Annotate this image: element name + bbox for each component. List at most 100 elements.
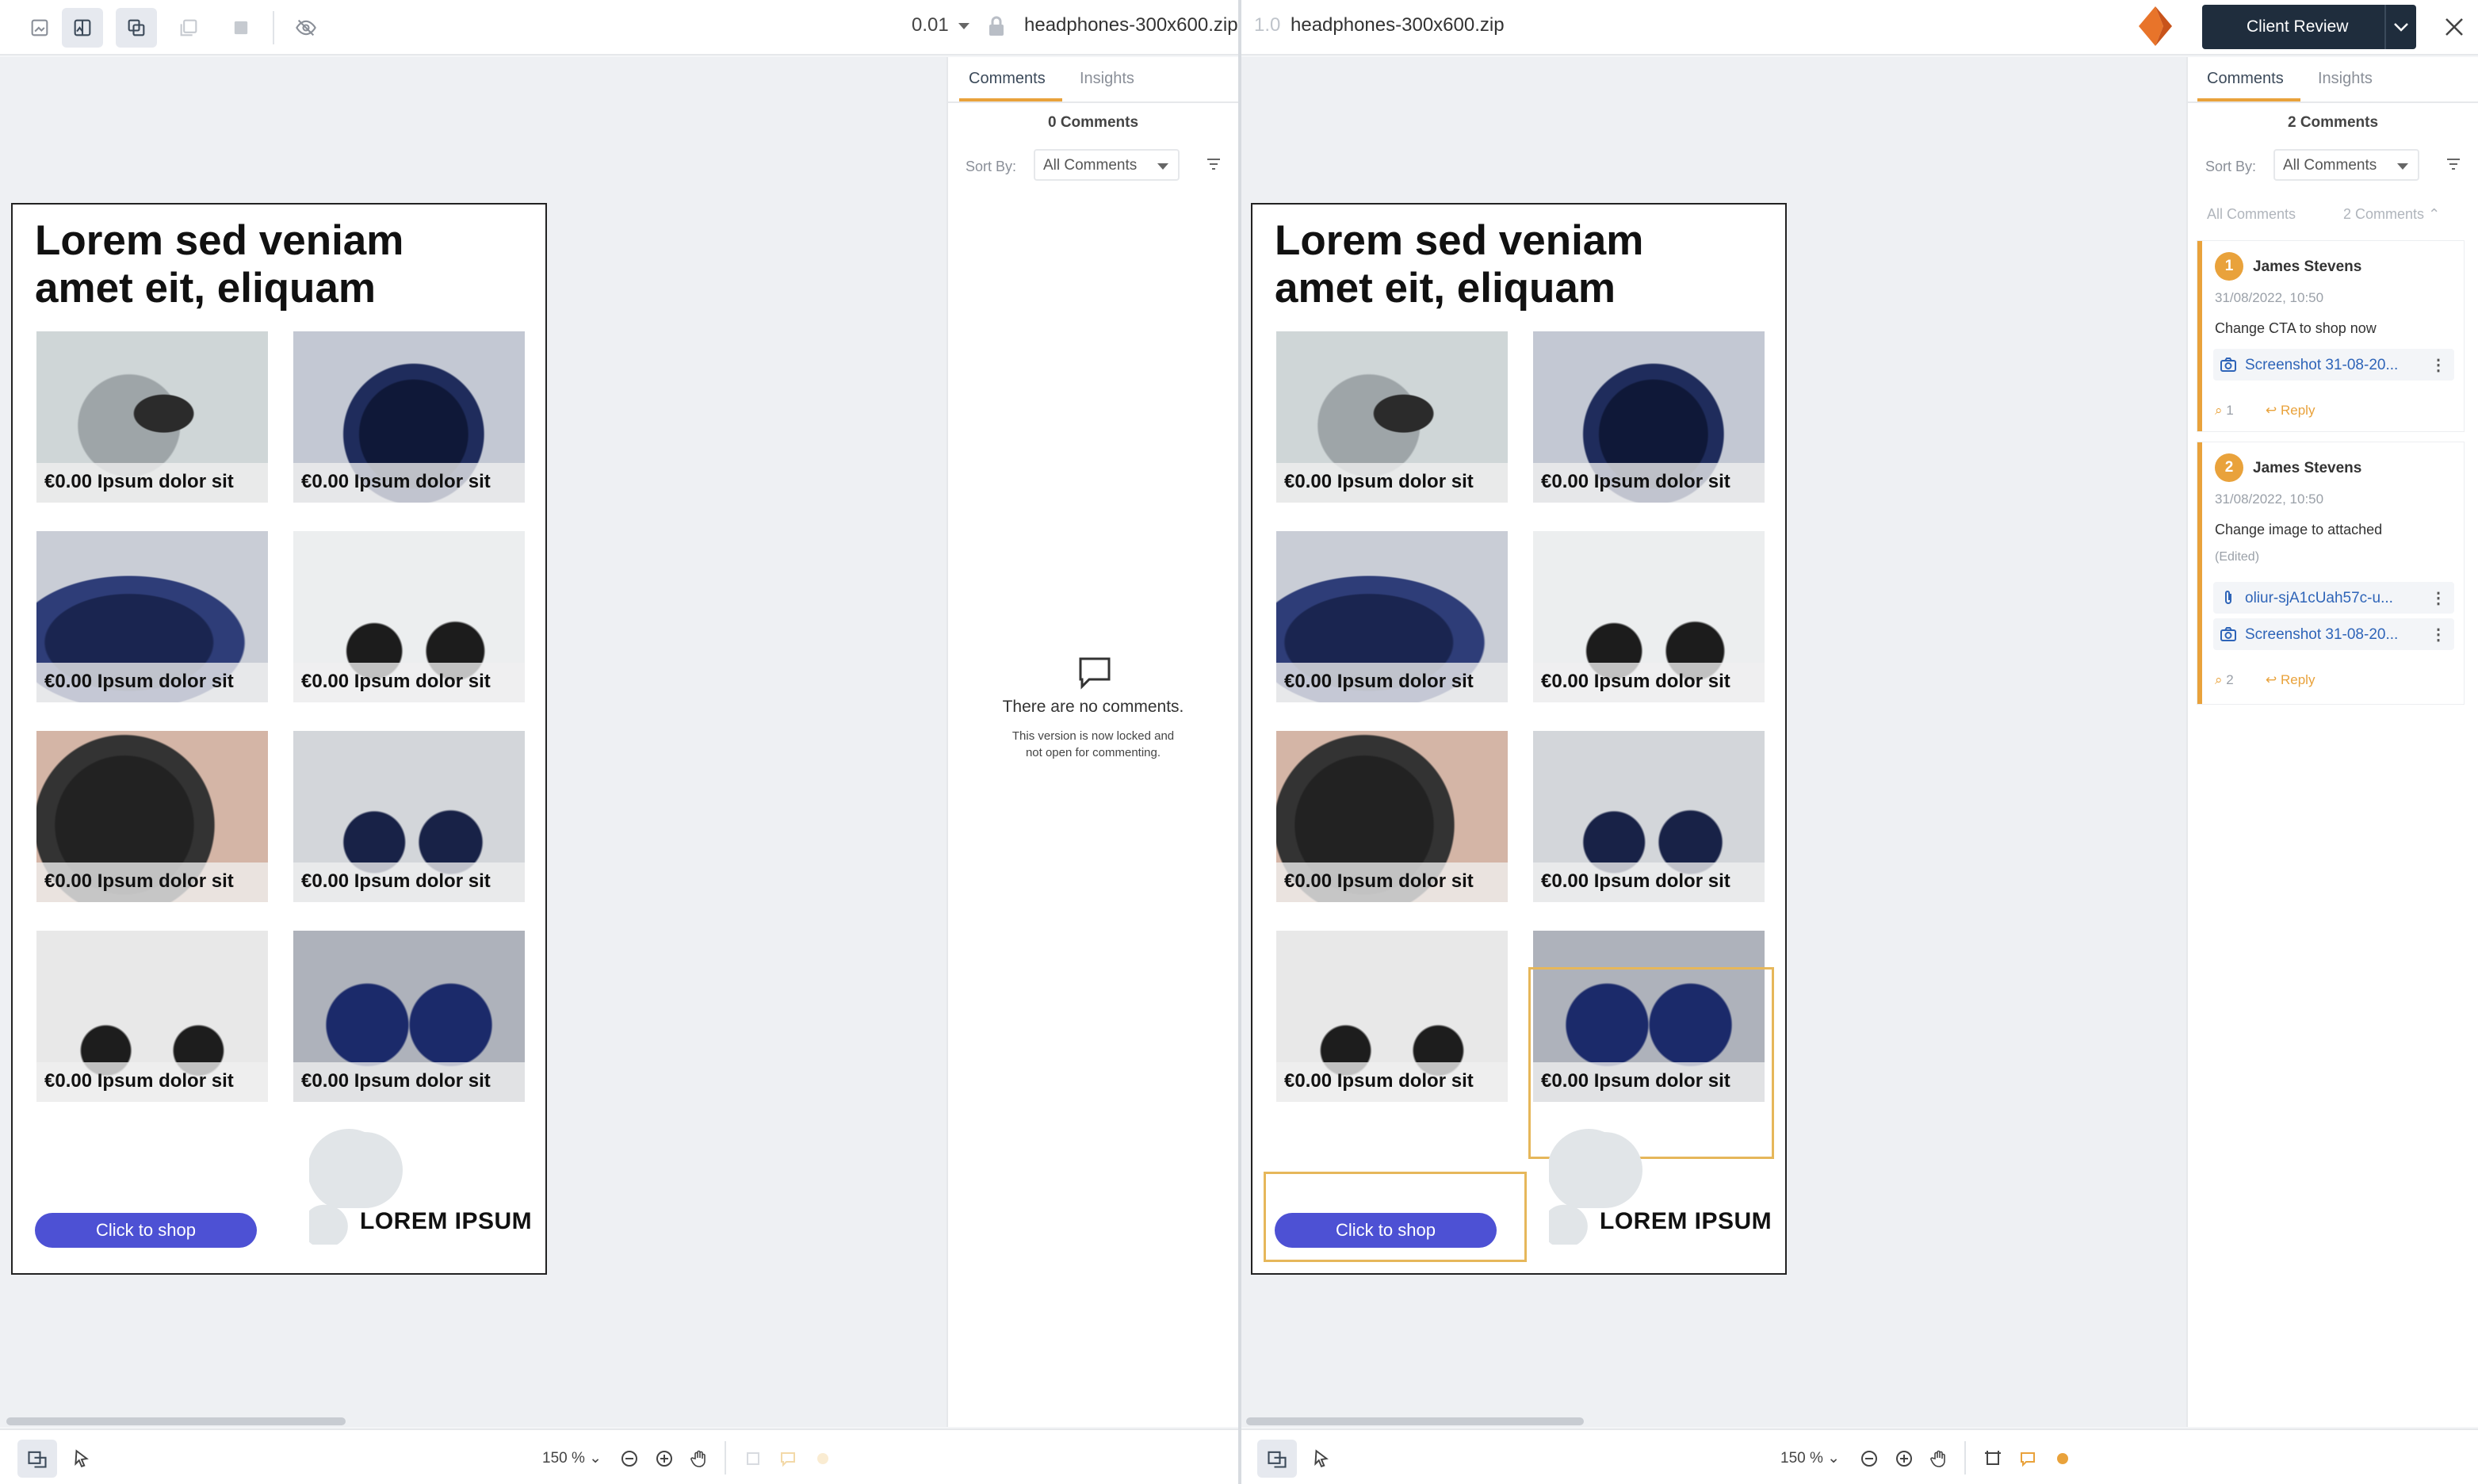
zoom-out-icon[interactable] — [1860, 1449, 1879, 1468]
left-canvas[interactable]: Lorem sed veniam amet eit, eliquam €0.00 … — [0, 57, 946, 1427]
comment-count: 2 Comments — [2287, 114, 2379, 131]
product-price: €0.00 Ipsum dolor sit — [1276, 663, 1508, 702]
active-tab-indicator — [959, 98, 1062, 101]
product-tile: €0.00 Ipsum dolor sit — [293, 731, 525, 902]
client-review-button[interactable]: Client Review — [2202, 5, 2416, 49]
brand-logo-text: LOREM IPSUM — [360, 1208, 533, 1234]
attachment-count: ⌕ 2 — [2215, 672, 2234, 688]
comment-marker-icon[interactable] — [778, 1449, 797, 1468]
image-view-icon[interactable] — [19, 8, 60, 48]
reply-button[interactable]: ↩ Reply — [2266, 672, 2315, 688]
filter-icon[interactable] — [2445, 155, 2462, 173]
zoom-out-icon[interactable] — [620, 1449, 639, 1468]
product-tile: €0.00 Ipsum dolor sit — [1276, 331, 1508, 503]
product-tile: €0.00 Ipsum dolor sit — [1276, 931, 1508, 1102]
panel-tabs: Comments Insights — [948, 57, 1238, 103]
comment-edited: (Edited) — [2215, 550, 2260, 564]
attachment-item[interactable]: Screenshot 31-08-20... ⋮ — [2213, 349, 2454, 381]
group-count: 2 Comments — [2343, 206, 2425, 222]
more-options-icon[interactable]: ⋮ — [2430, 355, 2446, 375]
attachment-count-value: 1 — [2226, 403, 2234, 418]
brand-logo-text: LOREM IPSUM — [1600, 1208, 1772, 1234]
comment-author: James Stevens — [2253, 460, 2362, 476]
status-dot-icon — [817, 1453, 828, 1464]
comment-card[interactable]: 2 James Stevens 31/08/2022, 10:50 Change… — [2197, 442, 2464, 704]
product-price: €0.00 Ipsum dolor sit — [1533, 862, 1765, 902]
attachment-item[interactable]: oliur-sjA1cUah57c-u... ⋮ — [2213, 582, 2454, 614]
comment-author: James Stevens — [2253, 258, 2362, 275]
overlay-view-icon[interactable] — [116, 8, 157, 48]
zoom-in-icon[interactable] — [1895, 1449, 1914, 1468]
select-area-icon[interactable] — [744, 1449, 763, 1468]
ad-headline-line1: Lorem sed veniam — [1275, 217, 1644, 264]
reply-icon: ↩ — [2266, 672, 2277, 687]
compare-mode-icon[interactable] — [17, 1440, 57, 1478]
sort-label: Sort By: — [2205, 159, 2257, 174]
toolbar-divider — [1964, 1441, 1966, 1474]
zoom-select[interactable]: 150 % ⌄ — [542, 1449, 602, 1467]
sort-select[interactable]: All Comments — [2273, 149, 2419, 181]
reply-label: Reply — [2280, 672, 2315, 687]
compare-view-icon[interactable] — [62, 8, 103, 48]
ad-headline-line2: amet eit, eliquam — [1275, 265, 1616, 312]
more-options-icon[interactable]: ⋮ — [2430, 588, 2446, 608]
product-tile: €0.00 Ipsum dolor sit — [1533, 331, 1765, 503]
product-price: €0.00 Ipsum dolor sit — [36, 862, 268, 902]
paperclip-icon: ⌕ — [2215, 672, 2223, 687]
zoom-select[interactable]: 150 % ⌄ — [1780, 1449, 1840, 1467]
chat-bubble-icon — [1079, 657, 1111, 690]
pointer-icon[interactable] — [62, 1440, 101, 1478]
ad-headline-line1: Lorem sed veniam — [35, 217, 404, 264]
tab-comments[interactable]: Comments — [2207, 70, 2284, 88]
tab-insights[interactable]: Insights — [2318, 70, 2373, 88]
comment-card[interactable]: 1 James Stevens 31/08/2022, 10:50 Change… — [2197, 241, 2464, 431]
hand-pan-icon[interactable] — [690, 1449, 709, 1468]
stack-view-icon[interactable] — [168, 8, 209, 48]
group-toggle[interactable]: 2 Comments ⌃ — [2343, 206, 2440, 223]
reply-button[interactable]: ↩ Reply — [2266, 403, 2315, 419]
horizontal-scrollbar[interactable] — [6, 1417, 346, 1425]
cta-button[interactable]: Click to shop — [35, 1213, 257, 1248]
zoom-value: 150 % — [542, 1450, 585, 1467]
compare-mode-icon[interactable] — [1257, 1440, 1297, 1478]
app-logo-icon — [2139, 6, 2172, 46]
attachment-name: oliur-sjA1cUah57c-u... — [2245, 590, 2393, 606]
comment-marker-icon[interactable] — [2018, 1449, 2037, 1468]
more-options-icon[interactable]: ⋮ — [2430, 625, 2446, 644]
version-select[interactable]: 0.01 — [912, 14, 969, 36]
filter-icon[interactable] — [1205, 155, 1222, 173]
select-area-icon[interactable] — [1983, 1449, 2002, 1468]
square-view-icon[interactable] — [220, 8, 262, 48]
attachment-item[interactable]: Screenshot 31-08-20... ⋮ — [2213, 618, 2454, 650]
sort-label: Sort By: — [966, 159, 1017, 174]
hand-pan-icon[interactable] — [1929, 1449, 1948, 1468]
pointer-icon[interactable] — [1302, 1440, 1341, 1478]
ad-preview-right: Lorem sed veniam amet eit, eliquam €0.00 … — [1251, 203, 1787, 1275]
product-tile: €0.00 Ipsum dolor sit — [36, 931, 268, 1102]
comment-time: 31/08/2022, 10:50 — [2215, 290, 2324, 305]
product-price: €0.00 Ipsum dolor sit — [1533, 663, 1765, 702]
sort-select[interactable]: All Comments — [1034, 149, 1180, 181]
product-price: €0.00 Ipsum dolor sit — [293, 463, 525, 503]
product-price: €0.00 Ipsum dolor sit — [36, 1062, 268, 1102]
version-label: 1.0 — [1254, 14, 1281, 36]
chevron-down-icon[interactable] — [2392, 21, 2410, 33]
chevron-down-icon — [1157, 163, 1168, 170]
tab-comments[interactable]: Comments — [969, 70, 1046, 88]
close-icon[interactable] — [2443, 16, 2465, 38]
panel-tabs: Comments Insights — [2188, 57, 2478, 103]
zoom-in-icon[interactable] — [655, 1449, 674, 1468]
paperclip-icon — [2225, 591, 2231, 604]
hide-eye-icon[interactable] — [285, 8, 327, 48]
ad-headline: Lorem sed veniam amet eit, eliquam — [35, 217, 511, 312]
file-name: headphones-300x600.zip — [1291, 14, 1505, 36]
right-comments-panel: Comments Insights 2 Comments Sort By: Al… — [2186, 57, 2478, 1427]
attachment-name: Screenshot 31-08-20... — [2245, 626, 2399, 643]
comment-text: Change image to attached — [2215, 522, 2383, 537]
tab-insights[interactable]: Insights — [1080, 70, 1134, 88]
comment-highlight-1[interactable] — [1264, 1172, 1527, 1262]
product-tile: €0.00 Ipsum dolor sit — [36, 531, 268, 702]
horizontal-scrollbar[interactable] — [1246, 1417, 1584, 1425]
chevron-down-icon — [958, 22, 969, 29]
right-canvas[interactable]: Lorem sed veniam amet eit, eliquam €0.00 … — [1241, 57, 2186, 1427]
